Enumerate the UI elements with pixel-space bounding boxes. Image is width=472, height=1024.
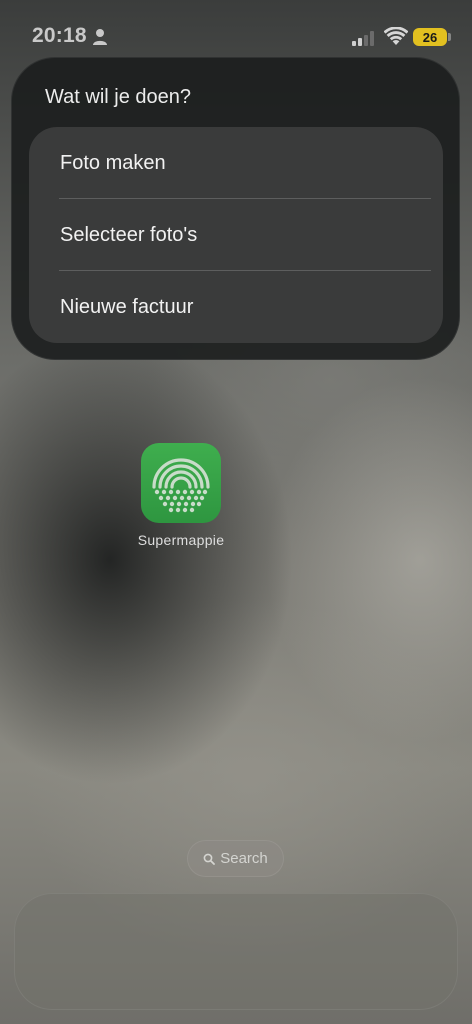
supermappie-app-icon[interactable] [141,443,221,523]
signal-icon [352,31,374,46]
fingerprint-arcs-icon [152,458,210,513]
menu-title: Wat wil je doen? [45,86,191,108]
menu-list: Foto maken Selecteer foto's Nieuwe factu… [29,127,443,343]
menu-item-selecteer-fotos[interactable]: Selecteer foto's [29,199,443,271]
home-screen: 20:18 26 Wat wil je doen? Foto maken Sel… [0,0,472,1024]
battery-level: 26 [422,29,438,45]
menu-item-foto-maken[interactable]: Foto maken [29,127,443,199]
action-menu: Wat wil je doen? Foto maken Selecteer fo… [11,57,460,360]
app-label: Supermappie [137,532,225,548]
search-icon [203,853,216,865]
search-button[interactable]: Search [187,840,284,877]
battery-icon: 26 [413,28,447,46]
dock [14,893,458,1010]
app-supermappie[interactable]: Supermappie [130,443,232,553]
menu-item-nieuwe-factuur[interactable]: Nieuwe factuur [29,271,443,343]
search-label: Search [220,850,268,867]
status-time: 20:18 [32,24,87,47]
person-icon [93,29,107,45]
wifi-icon [384,27,408,45]
battery-cap [448,33,451,41]
